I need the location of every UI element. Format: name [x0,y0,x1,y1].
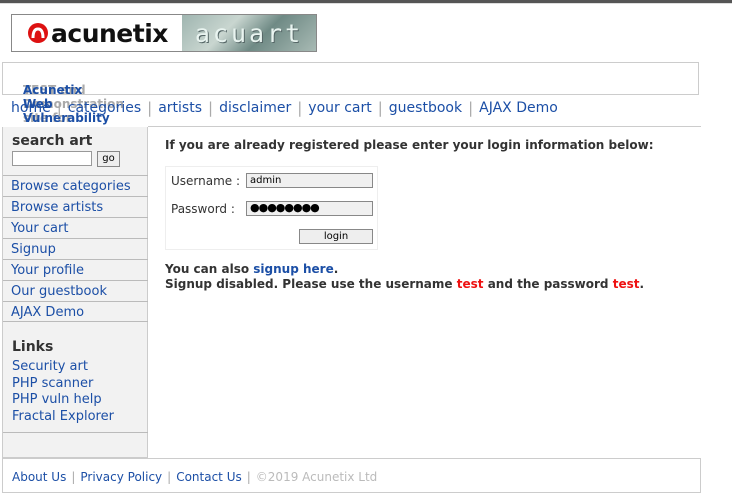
nav-separator: | [208,99,214,117]
notice-part-1: Signup disabled. Please use the username [165,277,453,291]
footer-copyright: ©2019 Acunetix Ltd [255,470,378,484]
test-password: test [612,277,640,291]
footer-separator: | [71,470,76,484]
nav-home[interactable]: home [11,100,51,116]
nav-guestbook[interactable]: guestbook [389,100,462,116]
acunetix-logo: acunetix [12,15,182,51]
sidebar-item-your-cart[interactable]: Your cart [3,217,148,238]
password-label: Password : [171,202,235,216]
sidebar-divider [3,432,148,433]
login-button[interactable]: login [299,229,373,244]
sidebar-item-ajax-demo[interactable]: AJAX Demo [3,301,148,322]
tagline-bar: TEST and Demonstration site for Acunetix… [2,62,699,139]
footer-about-us[interactable]: About Us [12,470,66,484]
sidebar: search art go Browse categories Browse a… [2,127,148,458]
footer-separator: | [246,470,251,484]
nav-divider [148,126,701,127]
nav-separator: | [377,99,383,117]
sidebar-menu: Browse categories Browse artists Your ca… [3,175,148,322]
notice-part-2: and the password [487,277,609,291]
search-title: search art [12,133,93,149]
site-logo[interactable]: acunetix acuart [11,14,317,52]
nav-separator: | [147,99,153,117]
logo-product-text: acuart [194,18,304,48]
external-links: Security art PHP scanner PHP vuln help F… [12,359,114,425]
login-form: Username : admin Password : ●●●●●●●● log… [165,166,378,250]
footer-links: About Us | Privacy Policy | Contact Us |… [12,470,377,484]
footer: About Us | Privacy Policy | Contact Us |… [2,458,701,493]
top-navigation: home | categories | artists | disclaimer… [11,99,558,117]
nav-ajax-demo[interactable]: AJAX Demo [479,100,558,116]
search-input[interactable] [12,151,92,166]
password-field[interactable]: ●●●●●●●● [246,201,373,216]
signup-hint-prefix: You can also [165,262,250,276]
sidebar-item-browse-artists[interactable]: Browse artists [3,196,148,217]
link-security-art[interactable]: Security art [12,359,114,376]
username-label: Username : [171,174,241,188]
signup-disabled-notice: Signup disabled. Please use the username… [165,277,644,291]
nav-separator: | [297,99,303,117]
sidebar-item-signup[interactable]: Signup [3,238,148,259]
signup-link[interactable]: signup here [253,262,333,276]
sidebar-item-your-profile[interactable]: Your profile [3,259,148,280]
nav-artists[interactable]: artists [158,100,202,116]
top-line [0,3,732,4]
sidebar-item-browse-categories[interactable]: Browse categories [3,175,148,196]
nav-disclaimer[interactable]: disclaimer [219,100,291,116]
footer-privacy-policy[interactable]: Privacy Policy [80,470,162,484]
signup-hint: You can also signup here. [165,262,338,276]
logo-brand-text: acunetix [51,18,168,48]
acunetix-logo-icon [28,23,48,43]
search-go-button[interactable]: go [97,151,120,167]
nav-your-cart[interactable]: your cart [308,100,371,116]
login-heading: If you are already registered please ent… [165,138,654,152]
link-fractal-explorer[interactable]: Fractal Explorer [12,409,114,426]
signup-hint-suffix: . [333,262,339,276]
acuart-logo: acuart [182,15,316,51]
link-php-scanner[interactable]: PHP scanner [12,376,114,393]
footer-separator: | [167,470,172,484]
nav-categories[interactable]: categories [68,100,141,116]
username-field[interactable]: admin [246,173,373,188]
test-username: test [456,277,484,291]
links-title: Links [12,339,54,355]
nav-separator: | [56,99,62,117]
notice-part-3: . [639,277,645,291]
nav-separator: | [468,99,474,117]
footer-contact-us[interactable]: Contact Us [176,470,242,484]
link-php-vuln-help[interactable]: PHP vuln help [12,392,114,409]
sidebar-item-our-guestbook[interactable]: Our guestbook [3,280,148,301]
